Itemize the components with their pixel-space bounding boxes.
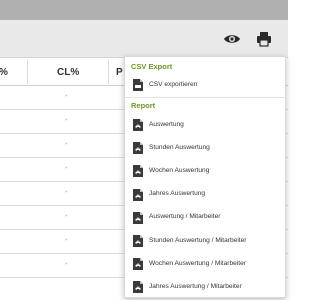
print-button[interactable] bbox=[251, 26, 277, 52]
menu-item-label: Stunden Auswertung / Mitarbeiter bbox=[149, 236, 247, 244]
cl-cell: - bbox=[65, 139, 68, 148]
pdf-file-icon bbox=[133, 211, 143, 224]
pdf-file-icon bbox=[133, 164, 143, 178]
menu-item-label: Auswertung / Mitarbeiter bbox=[149, 213, 221, 221]
printer-icon bbox=[257, 32, 271, 47]
menu-item-label: Stunden Auswertung bbox=[149, 143, 210, 151]
csv-export-section-title: CSV Export bbox=[131, 62, 173, 71]
menu-item-label: Jahres Auswertung / Mitarbeiter bbox=[149, 282, 242, 290]
menu-item-jahres-auswertung[interactable]: Jahres Auswertung bbox=[125, 183, 285, 205]
menu-item-label: Wochen Auswertung bbox=[149, 166, 210, 174]
menu-item-wochen-auswertung-mitarbeiter[interactable]: Wochen Auswertung / Mitarbeiter bbox=[125, 252, 285, 274]
menu-item-csv-exportieren[interactable]: CSV exportieren bbox=[125, 73, 285, 95]
report-section-title: Report bbox=[131, 101, 156, 110]
toolbar bbox=[0, 20, 288, 58]
cl-cell: - bbox=[65, 187, 68, 196]
menu-item-stunden-auswertung[interactable]: Stunden Auswertung bbox=[125, 136, 285, 158]
column-header-cl[interactable]: CL% bbox=[57, 67, 79, 78]
menu-item-jahres-auswertung-mitarbeiter[interactable]: Jahres Auswertung / Mitarbeiter bbox=[125, 275, 285, 297]
menu-divider bbox=[125, 97, 285, 98]
eye-icon bbox=[224, 35, 240, 43]
menu-item-label: Wochen Auswertung / Mitarbeiter bbox=[149, 259, 246, 267]
column-header[interactable]: % bbox=[0, 67, 8, 78]
menu-item-auswertung[interactable]: Auswertung bbox=[125, 113, 285, 135]
cl-cell: - bbox=[65, 259, 68, 268]
export-dropdown-menu: CSV Export CSV exportieren Report Auswer… bbox=[124, 56, 286, 298]
column-header[interactable]: P bbox=[116, 67, 123, 78]
cl-cell: - bbox=[65, 91, 68, 100]
column-divider bbox=[108, 60, 109, 84]
menu-item-label: Jahres Auswertung bbox=[149, 190, 206, 198]
cl-cell: - bbox=[65, 115, 68, 124]
pdf-file-icon bbox=[133, 257, 143, 271]
menu-item-auswertung-mitarbeiter[interactable]: Auswertung / Mitarbeiter bbox=[125, 206, 285, 228]
cl-cell: - bbox=[65, 211, 68, 220]
top-bar bbox=[0, 0, 288, 20]
pdf-file-icon bbox=[133, 280, 143, 294]
view-button[interactable] bbox=[219, 26, 245, 52]
cl-cell: - bbox=[65, 163, 68, 172]
column-divider bbox=[27, 60, 28, 84]
pdf-file-icon bbox=[133, 141, 143, 155]
menu-item-stunden-auswertung-mitarbeiter[interactable]: Stunden Auswertung / Mitarbeiter bbox=[125, 229, 285, 251]
pdf-file-icon bbox=[133, 234, 143, 247]
menu-item-wochen-auswertung[interactable]: Wochen Auswertung bbox=[125, 159, 285, 181]
menu-item-label: Auswertung bbox=[149, 120, 184, 128]
pdf-file-icon bbox=[133, 118, 143, 131]
pdf-file-icon bbox=[133, 188, 143, 201]
cl-cell: - bbox=[65, 235, 68, 244]
csv-file-icon bbox=[133, 78, 143, 91]
menu-item-label: CSV exportieren bbox=[149, 80, 198, 88]
